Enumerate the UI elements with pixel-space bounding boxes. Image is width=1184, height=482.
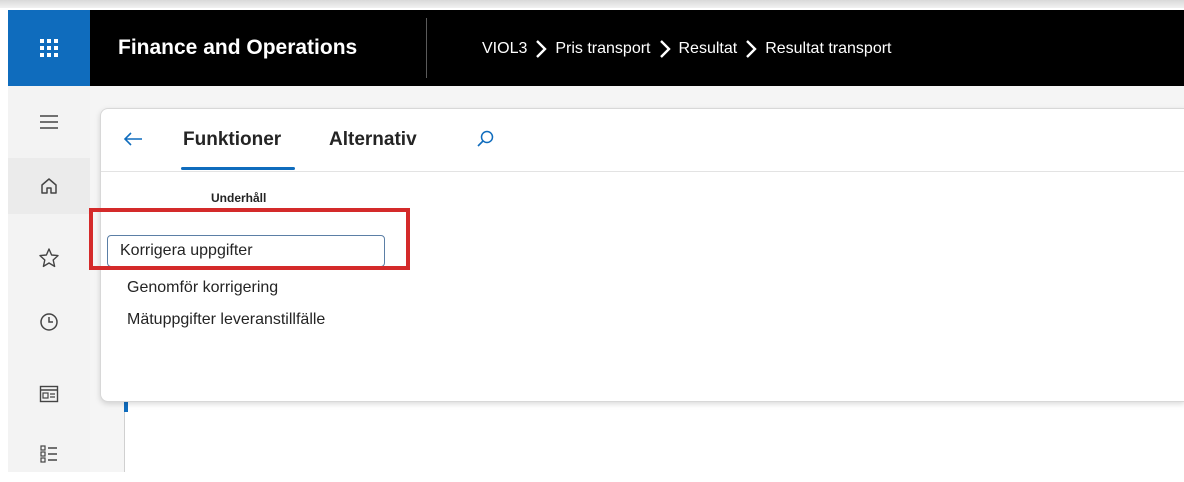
nav-favorites[interactable] [8,230,90,286]
action-pane-tabs: Funktioner Alternativ [101,109,1184,172]
hamburger-icon [40,115,58,129]
nav-modules[interactable] [8,426,90,482]
home-icon [41,178,57,194]
header-divider [426,18,427,78]
chevron-right-icon [737,40,765,58]
list-icon [40,445,57,463]
workspace-icon [39,385,59,403]
tab-alternativ[interactable]: Alternativ [329,129,417,151]
breadcrumb-item[interactable]: VIOL3 [482,40,527,58]
app-window: Finance and Operations VIOL3 Pris transp… [0,0,1184,472]
chevron-right-icon [527,40,555,58]
active-tab-underline [181,167,295,170]
chevron-right-icon [651,40,679,58]
breadcrumb-item[interactable]: Pris transport [555,40,650,58]
window-edge [0,0,1184,8]
back-button[interactable] [119,125,147,153]
nav-workspaces[interactable] [8,366,90,422]
breadcrumb: VIOL3 Pris transport Resultat Resultat t… [482,40,891,58]
search-button[interactable] [471,125,499,153]
tab-funktioner[interactable]: Funktioner [183,129,281,151]
search-icon [477,130,494,147]
breadcrumb-item[interactable]: Resultat [679,40,738,58]
app-launcher-button[interactable] [8,10,90,86]
content-area: Funktioner Alternativ Underhåll Korriger… [90,86,1184,472]
star-icon [39,248,59,268]
left-nav [8,86,91,472]
group-header-underhall: Underhåll [211,191,267,205]
app-header: Finance and Operations VIOL3 Pris transp… [8,10,1184,86]
menu-item-genomfor-korrigering[interactable]: Genomför korrigering [127,273,278,303]
waffle-icon [40,39,58,57]
annotation-highlight [89,208,410,270]
app-title[interactable]: Finance and Operations [118,36,357,60]
clock-icon [40,313,58,331]
breadcrumb-item[interactable]: Resultat transport [765,40,891,58]
nav-home[interactable] [8,158,90,214]
menu-item-matuppgifter-leveranstillfalle[interactable]: Mätuppgifter leveranstillfälle [127,305,325,335]
arrow-left-icon [123,132,142,146]
nav-recent[interactable] [8,294,90,350]
nav-collapse-button[interactable] [8,94,90,150]
